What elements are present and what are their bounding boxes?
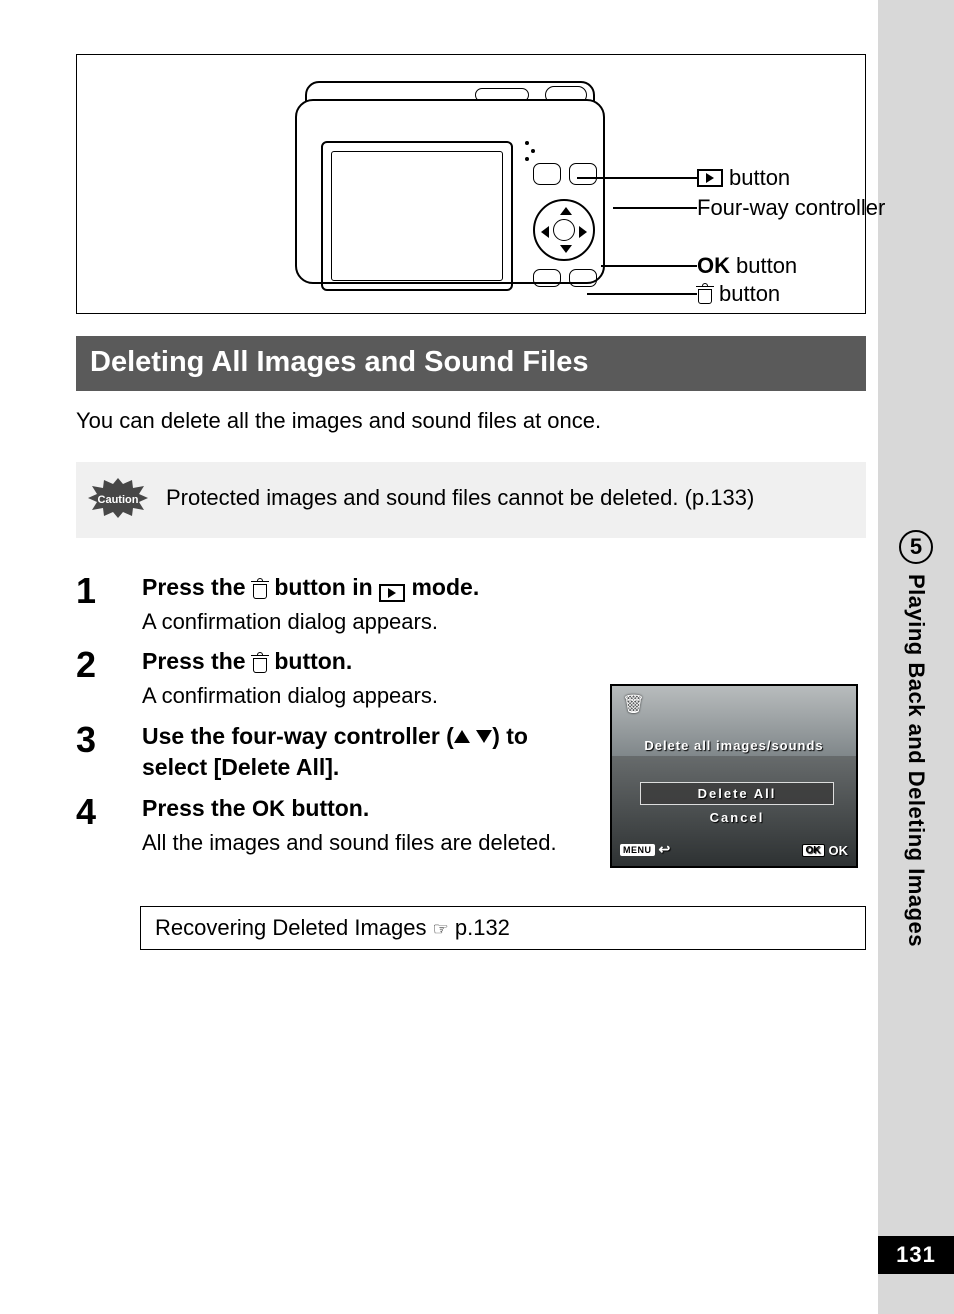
- camera-fourway: [533, 199, 595, 261]
- ok-icon-text: OK: [697, 253, 730, 279]
- camera-outline: [295, 81, 615, 291]
- step-3-title: Use the four-way controller ( ) to selec…: [142, 721, 592, 783]
- callout-trash-label: button: [719, 281, 780, 307]
- lcd-prompt: Delete all images/sounds: [612, 738, 856, 753]
- lcd-menu-indicator: MENU ↩: [620, 841, 670, 858]
- camera-body: [295, 99, 605, 284]
- page: 5 Playing Back and Deleting Images 131: [0, 0, 954, 1314]
- lcd-trash-icon: 🗑: [622, 694, 645, 715]
- step-number: 1: [76, 572, 120, 637]
- callout-ok-button: OK button: [697, 253, 797, 279]
- chapter-number-bubble: 5: [899, 530, 933, 564]
- down-arrow-icon: [476, 730, 492, 743]
- lcd-cancel-option[interactable]: Cancel: [640, 807, 834, 828]
- callout-fourway: Four-way controller: [697, 195, 885, 220]
- chapter-title-vertical: Playing Back and Deleting Images: [903, 574, 929, 947]
- step-number: 2: [76, 646, 120, 711]
- ok-icon-text: OK: [252, 796, 285, 821]
- callout-trash-button: button: [697, 281, 780, 307]
- reference-page: p.132: [455, 915, 510, 940]
- section-heading: Deleting All Images and Sound Files: [76, 336, 866, 391]
- callout-play-label: button: [729, 165, 790, 191]
- camera-bottom-left-button: [533, 269, 561, 287]
- camera-diagram: button Four-way controller OK button: [76, 54, 866, 314]
- step-1: 1 Press the button in mode. A confirmati…: [76, 572, 866, 637]
- lcd-menu-box: MENU: [620, 844, 655, 856]
- step-1-title: Press the button in mode.: [142, 572, 866, 603]
- caution-label-text: Caution: [98, 494, 139, 506]
- intro-text: You can delete all the images and sound …: [76, 407, 866, 436]
- play-icon: [697, 169, 723, 187]
- page-number: 131: [878, 1236, 954, 1274]
- hand-pointer-icon: ☞: [433, 919, 449, 939]
- up-arrow-icon: [454, 730, 470, 743]
- step-number: 3: [76, 721, 120, 783]
- callout-fourway-label: Four-way controller: [697, 195, 885, 220]
- camera-bottom-right-button: [569, 269, 597, 287]
- lcd-ok-text: OK: [829, 843, 849, 858]
- step-1-desc: A confirmation dialog appears.: [142, 607, 866, 637]
- trash-icon: [697, 285, 713, 303]
- caution-text: Protected images and sound files cannot …: [166, 483, 754, 513]
- cross-reference-box: Recovering Deleted Images ☞ p.132: [140, 906, 866, 950]
- caution-box: Caution Protected images and sound files…: [76, 462, 866, 538]
- lcd-back-arrow-icon: ↩: [659, 841, 671, 858]
- callout-ok-label: button: [736, 253, 797, 279]
- camera-lcd: [321, 141, 513, 291]
- step-2-title: Press the button.: [142, 646, 866, 677]
- callout-play-button: button: [697, 165, 790, 191]
- step-number: 4: [76, 793, 120, 858]
- chapter-tab: 5 Playing Back and Deleting Images: [886, 530, 946, 947]
- play-icon: [379, 584, 405, 602]
- trash-icon: [252, 580, 268, 598]
- step-4-desc: All the images and sound files are delet…: [142, 828, 592, 858]
- camera-play-button: [533, 163, 561, 185]
- lcd-delete-all-option[interactable]: Delete All: [640, 782, 834, 805]
- reference-text: Recovering Deleted Images: [155, 915, 433, 940]
- caution-icon: Caution: [88, 478, 148, 518]
- step-4-title: Press the OK button.: [142, 793, 592, 824]
- camera-mode-button: [569, 163, 597, 185]
- lcd-screenshot: 🗑 Delete all images/sounds Delete All Ca…: [610, 684, 858, 868]
- lcd-ok-box: OK: [802, 844, 825, 857]
- trash-icon: [252, 654, 268, 672]
- diagram-callouts: button Four-way controller OK button: [617, 55, 857, 315]
- lcd-options: Delete All Cancel: [640, 782, 834, 828]
- lcd-ok-indicator: OK OK: [802, 843, 849, 858]
